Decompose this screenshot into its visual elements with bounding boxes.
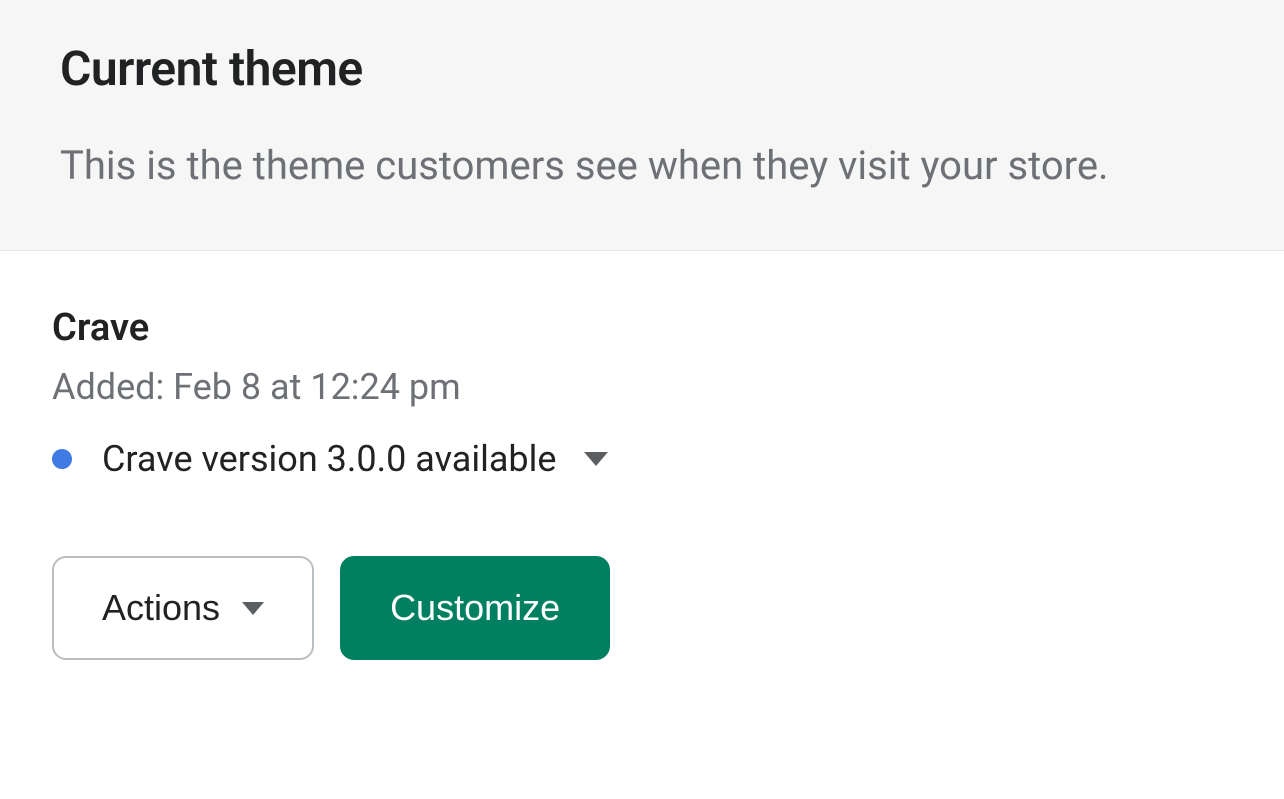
theme-name: Crave	[52, 306, 1224, 350]
actions-button[interactable]: Actions	[52, 556, 314, 660]
theme-content-section: Crave Added: Feb 8 at 12:24 pm Crave ver…	[0, 251, 1284, 700]
actions-button-label: Actions	[102, 587, 220, 629]
theme-added-timestamp: Added: Feb 8 at 12:24 pm	[52, 366, 1224, 408]
version-text: Crave version 3.0.0 available	[102, 438, 556, 480]
customize-button-label: Customize	[390, 587, 560, 629]
caret-down-icon	[584, 452, 608, 466]
section-subtitle: This is the theme customers see when the…	[60, 137, 1224, 195]
customize-button[interactable]: Customize	[340, 556, 610, 660]
version-row: Crave version 3.0.0 available	[52, 438, 1224, 480]
caret-down-icon	[242, 602, 264, 615]
section-title: Current theme	[60, 40, 1224, 97]
version-available-dropdown[interactable]: Crave version 3.0.0 available	[102, 438, 608, 480]
status-dot-icon	[52, 449, 72, 469]
header-section: Current theme This is the theme customer…	[0, 0, 1284, 251]
button-row: Actions Customize	[52, 556, 1224, 660]
